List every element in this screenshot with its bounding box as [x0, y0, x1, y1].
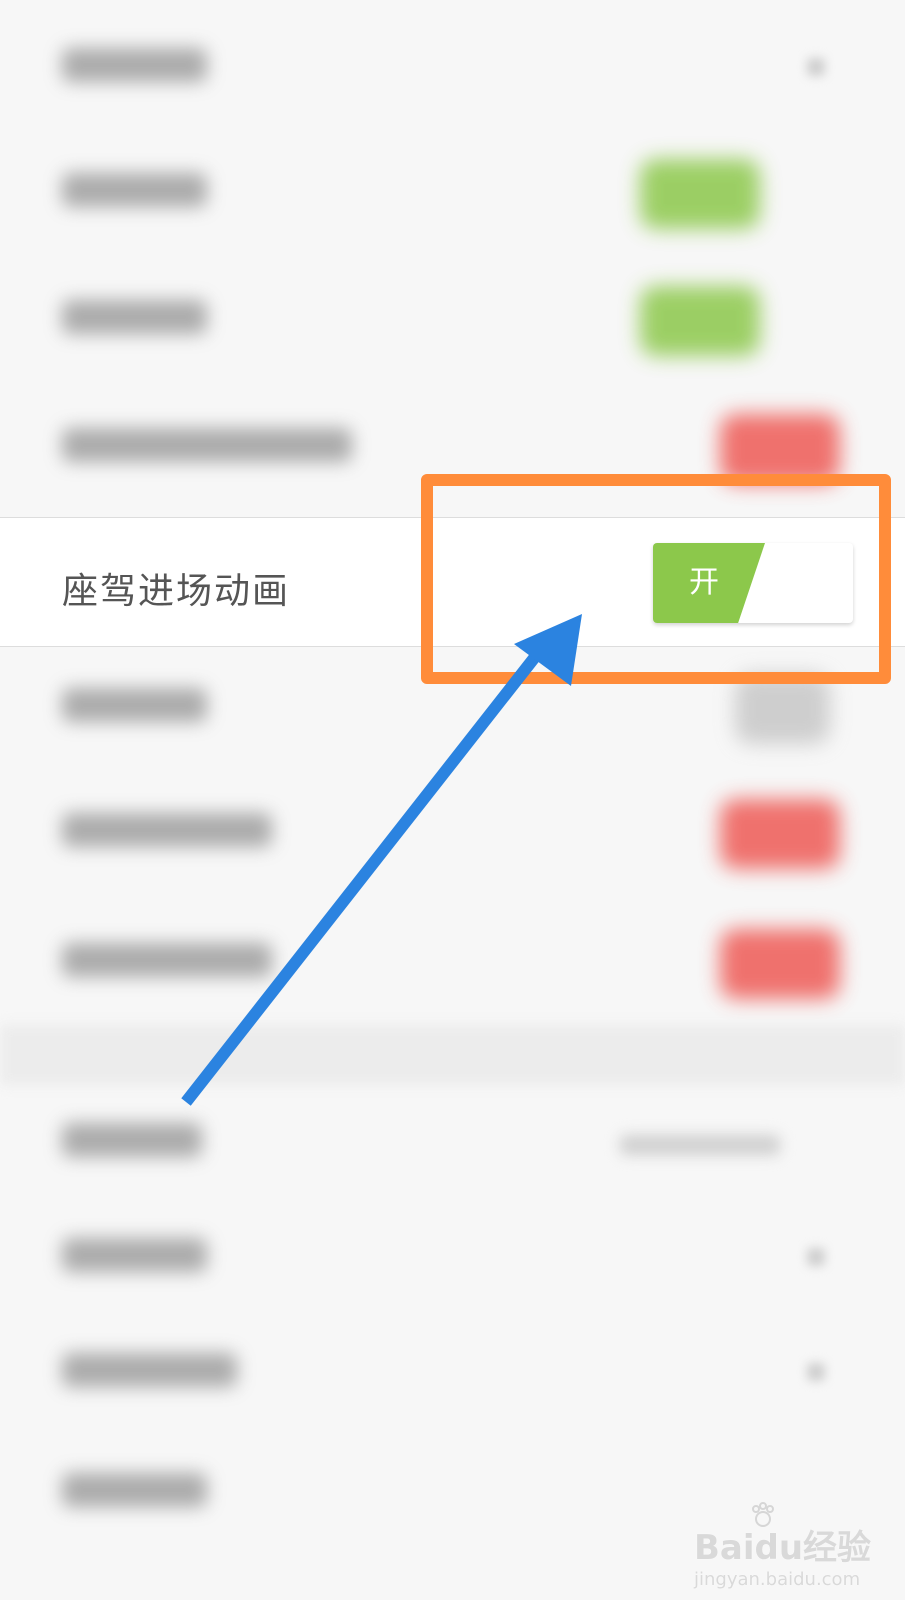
watermark-brand: Baidu经验 [694, 1528, 872, 1568]
watermark: Baidu经验 jingyan.baidu.com [694, 1502, 894, 1590]
paw-icon [752, 1502, 774, 1527]
settings-screen: 座驾进场动画 开 Baidu经验 jingyan.baidu.com [0, 0, 905, 1600]
arrow-shaft [181, 644, 547, 1106]
watermark-url: jingyan.baidu.com [694, 1569, 861, 1590]
annotation-arrow [181, 614, 582, 1106]
